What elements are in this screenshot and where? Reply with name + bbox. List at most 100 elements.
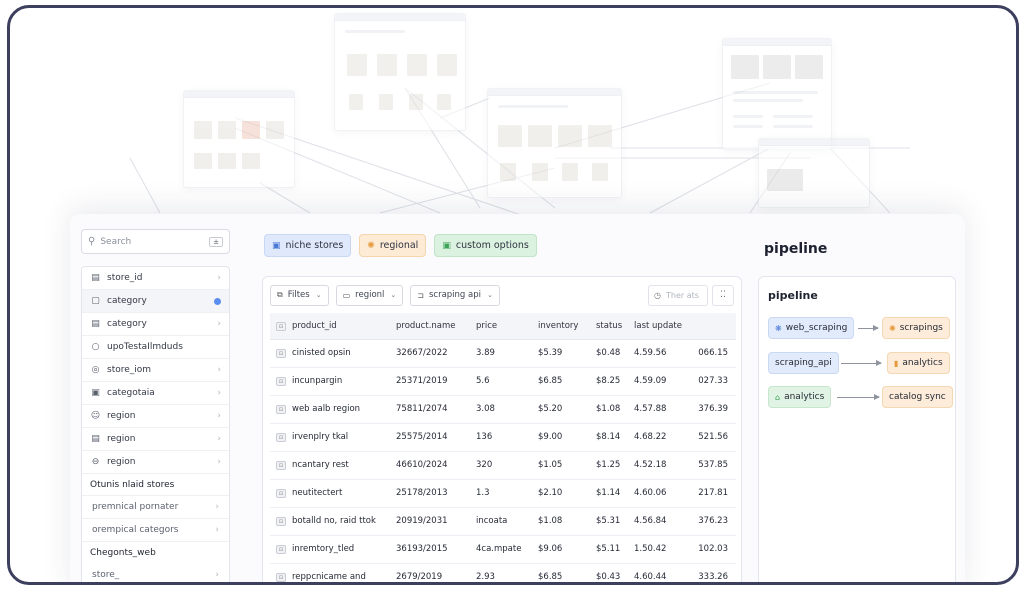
table-cell: $6.85 — [538, 367, 596, 396]
scraping-api-dropdown[interactable]: ⊐ scraping api ⌄ — [410, 284, 500, 306]
table-cell: 25371/2019 — [396, 367, 476, 396]
sidebar-item[interactable]: ○ upoTestaIlmduds — [82, 336, 229, 359]
table-row[interactable]: ⊡ irvenplry tkal 25575/2014 136 $9.00 $8… — [270, 423, 736, 452]
active-indicator-dot — [214, 297, 221, 305]
sidebar-subitem-label: premnical pornater — [92, 502, 179, 512]
background-mockup-page — [758, 138, 870, 208]
column-header[interactable]: product.name — [396, 313, 476, 340]
chip-label: regional — [379, 240, 419, 251]
api-icon: ⊐ — [417, 290, 424, 300]
chip-niche-stores[interactable]: ▣ niche stores — [264, 234, 352, 257]
pipeline-node-web-scraping[interactable]: ❋ web_scraping — [768, 317, 855, 339]
pipeline-node-catalog-sync[interactable]: catalog sync — [882, 386, 953, 408]
row-checkbox[interactable]: ⊡ — [276, 377, 286, 386]
table-cell: 2679/2019 — [396, 563, 476, 582]
sidebar-item[interactable]: ▤ store_id › — [82, 267, 229, 290]
background-mockup-page — [183, 90, 295, 188]
table-cell: 20919/2031 — [396, 507, 476, 536]
table-row[interactable]: ⊡ inremtory_tled 36193/2015 4ca.mpate $9… — [270, 535, 736, 564]
table-row[interactable]: ⊡ reppcnicame and 2679/2019 2.93 $6.85 $… — [270, 563, 736, 582]
table-cell: 4.60.44 — [634, 563, 692, 582]
sidebar-item[interactable]: ☺ region › — [82, 405, 229, 428]
table-filter-input[interactable]: ◷ Ther ats — [648, 284, 708, 306]
sidebar: ⚲ Search ± ▤ store_id › ▢ category ▤ cat… — [81, 229, 230, 582]
table-cell: 25575/2014 — [396, 423, 476, 452]
pipeline-node-scraping-api[interactable]: scraping_api — [768, 352, 839, 374]
table-cell: 1.3 — [476, 479, 538, 508]
row-checkbox[interactable]: ⊡ — [276, 349, 286, 358]
sidebar-item[interactable]: ◎ store_iom › — [82, 359, 229, 382]
table-cell: incunpargin — [292, 367, 396, 396]
pipeline-node-analytics-source[interactable]: ⌂ analytics — [768, 386, 832, 408]
web-icon: ❋ — [775, 323, 782, 333]
region-dropdown[interactable]: ▭ regionl ⌄ — [335, 284, 404, 306]
sidebar-subitem-label: store_ — [92, 570, 120, 580]
table-cell: web aalb region — [292, 395, 396, 424]
table-row[interactable]: ⊡ ncantary rest 46610/2024 320 $1.05 $1.… — [270, 451, 736, 480]
table-cell: incoata — [476, 507, 538, 536]
column-header[interactable]: product_id — [292, 313, 396, 340]
column-header[interactable] — [692, 313, 736, 340]
table-row[interactable]: ⊡ cinisted opsin 32667/2022 3.89 $5.39 $… — [270, 339, 736, 368]
filter-icon: ⧉ — [277, 290, 283, 299]
pipeline-panel: pipeline ❋ web_scraping ✺ scrapings scra… — [758, 276, 956, 582]
scraping-api-label: scraping api — [428, 290, 481, 300]
screenshot-frame: ⚲ Search ± ▤ store_id › ▢ category ▤ cat… — [7, 5, 1019, 585]
pipeline-node-scrapings[interactable]: ✺ scrapings — [882, 317, 950, 339]
table-cell: neutitectert — [292, 479, 396, 508]
table-cell: $5.20 — [538, 395, 596, 424]
pipeline-node-label: scrapings — [899, 323, 943, 333]
table-cell: $9.06 — [538, 535, 596, 564]
sidebar-item[interactable]: ▢ category — [82, 290, 229, 313]
table-cell: 333.26 — [692, 563, 736, 582]
row-checkbox[interactable]: ⊡ — [276, 461, 286, 470]
sidebar-subitem[interactable]: store_ › — [82, 564, 229, 582]
filters-label: Filtes — [287, 290, 310, 300]
pipeline-node-analytics[interactable]: ▮ analytics — [887, 352, 950, 374]
select-all-checkbox[interactable]: ⊡ — [270, 313, 292, 340]
search-input[interactable]: ⚲ Search ± — [81, 229, 230, 254]
grid-view-button[interactable]: ⁚⁚ — [712, 284, 734, 306]
sidebar-subitem-label: orempical categors — [92, 525, 179, 535]
sidebar-item[interactable]: ▤ region › — [82, 428, 229, 451]
folder-icon: ▣ — [91, 388, 100, 398]
table-cell: 4.59.09 — [634, 367, 692, 396]
chevron-down-icon: ⌄ — [487, 291, 493, 299]
sidebar-item[interactable]: ▤ category › — [82, 313, 229, 336]
table-cell: 4.60.06 — [634, 479, 692, 508]
table-row[interactable]: ⊡ neutitectert 25178/2013 1.3 $2.10 $1.1… — [270, 479, 736, 508]
row-checkbox[interactable]: ⊡ — [276, 517, 286, 526]
sidebar-item-label: categotaia — [107, 388, 155, 398]
table-row[interactable]: ⊡ botalld no, raid ttok 20919/2031 incoa… — [270, 507, 736, 536]
table-cell: $5.39 — [538, 339, 596, 368]
sidebar-subitem[interactable]: orempical categors › — [82, 519, 229, 542]
table-header-row: ⊡ product_id product.name price inventor… — [270, 313, 736, 340]
table-cell: $6.85 — [538, 563, 596, 582]
table-cell: botalld no, raid ttok — [292, 507, 396, 536]
table-cell: $1.25 — [596, 451, 634, 480]
filters-button[interactable]: ⧉ Filtes ⌄ — [270, 284, 329, 306]
chart-icon: ⌂ — [775, 392, 781, 402]
table-cell: 46610/2024 — [396, 451, 476, 480]
sidebar-item[interactable]: ⊖ region › — [82, 451, 229, 474]
sidebar-item[interactable]: ▣ categotaia › — [82, 382, 229, 405]
row-checkbox[interactable]: ⊡ — [276, 405, 286, 414]
column-header[interactable]: inventory — [538, 313, 596, 340]
column-header[interactable]: status — [596, 313, 634, 340]
chip-custom-options[interactable]: ▣ custom options — [434, 234, 537, 257]
row-checkbox[interactable]: ⊡ — [276, 573, 286, 582]
chip-regional[interactable]: ✺ regional — [359, 234, 427, 257]
table-cell: 537.85 — [692, 451, 736, 480]
pipeline-node-label: scraping_api — [775, 358, 832, 368]
row-checkbox[interactable]: ⊡ — [276, 433, 286, 442]
table-row[interactable]: ⊡ incunpargin 25371/2019 5.6 $6.85 $8.25… — [270, 367, 736, 396]
table-cell: 4ca.mpate — [476, 535, 538, 564]
table-row[interactable]: ⊡ web aalb region 75811/2074 3.08 $5.20 … — [270, 395, 736, 424]
chevron-right-icon: › — [217, 388, 221, 398]
sidebar-subitem[interactable]: premnical pornater › — [82, 496, 229, 519]
column-header[interactable]: price — [476, 313, 538, 340]
column-header[interactable]: last update — [634, 313, 692, 340]
table-cell: $1.05 — [538, 451, 596, 480]
row-checkbox[interactable]: ⊡ — [276, 489, 286, 498]
row-checkbox[interactable]: ⊡ — [276, 545, 286, 554]
